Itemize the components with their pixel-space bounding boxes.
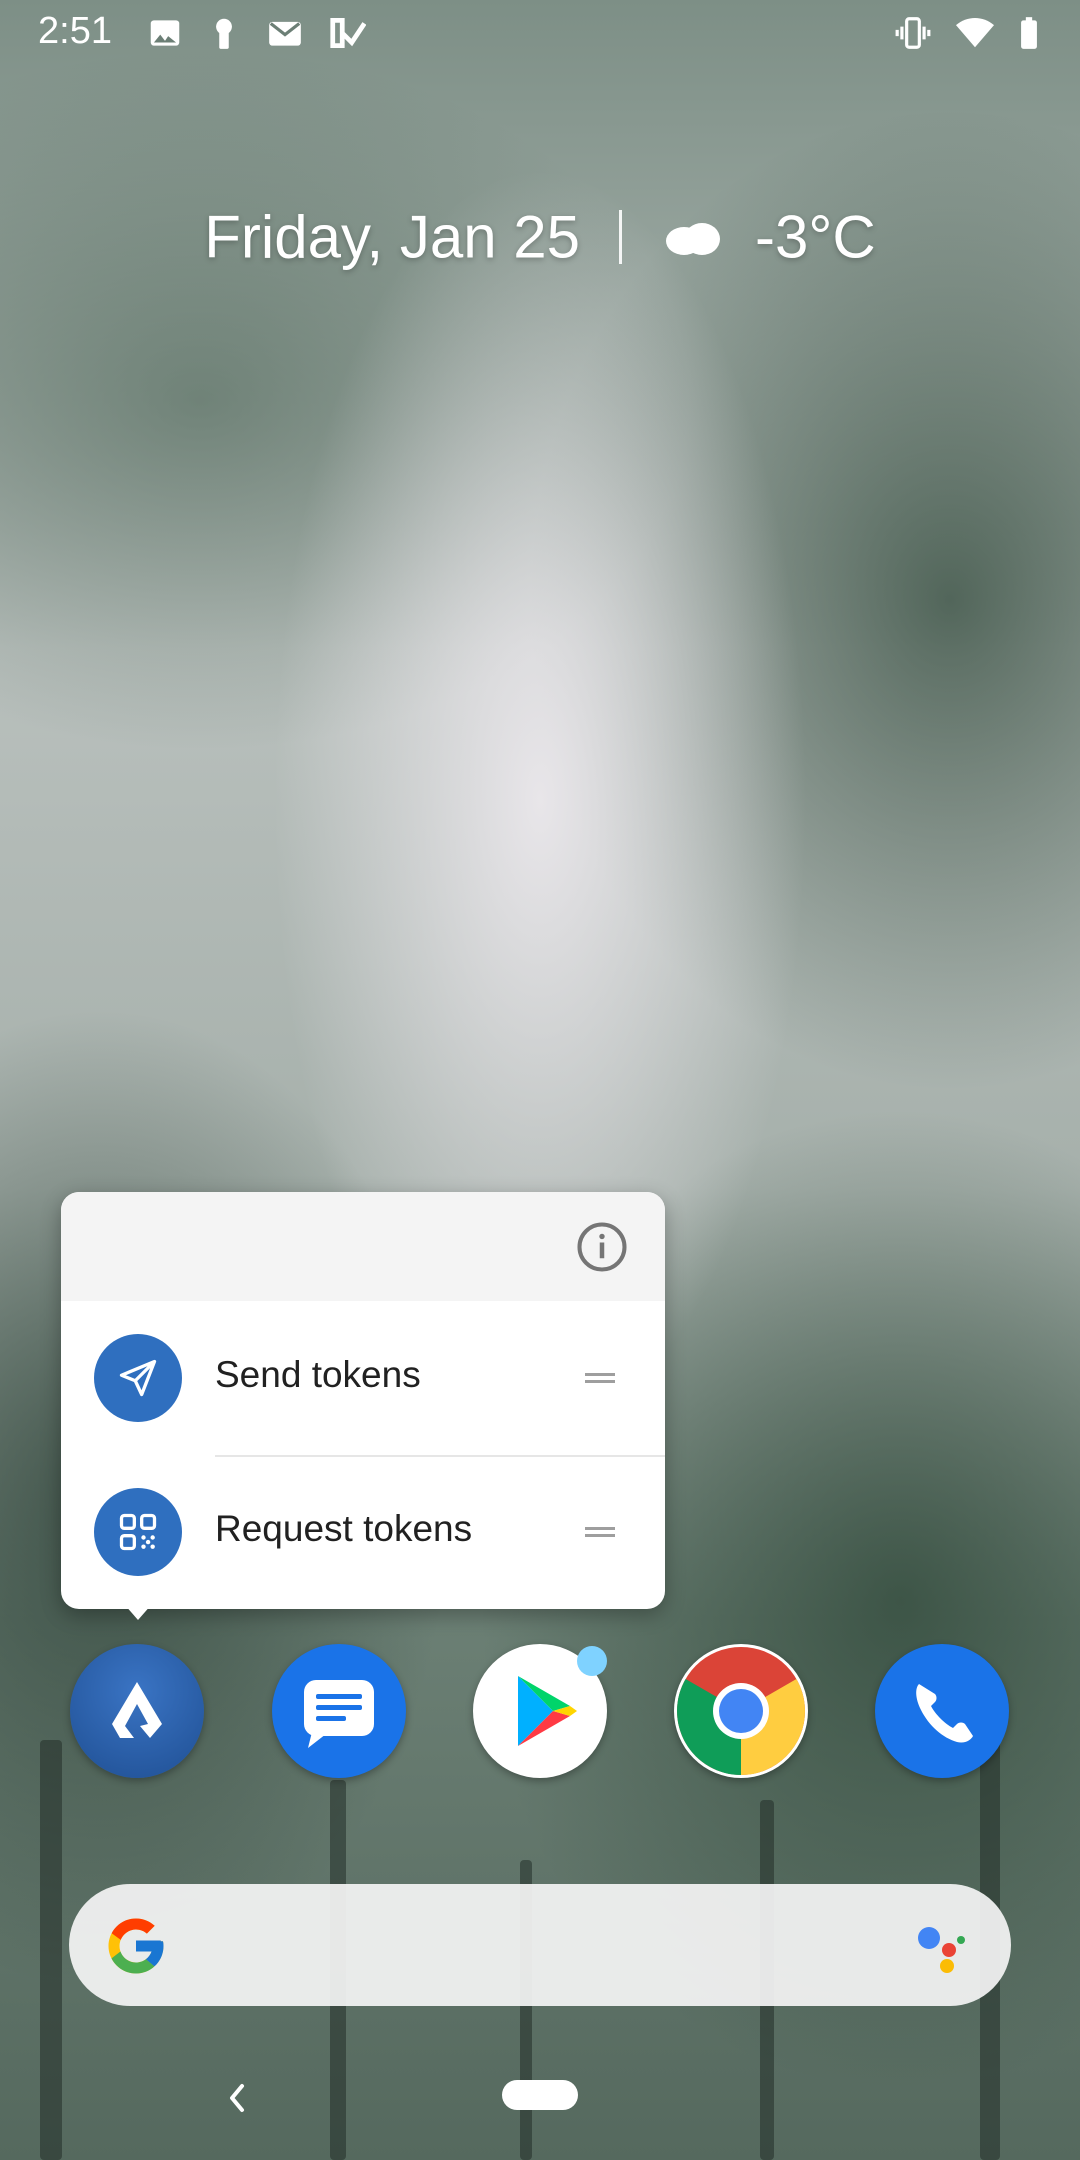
popup-header — [61, 1192, 665, 1301]
image-icon — [150, 20, 180, 46]
back-icon[interactable] — [222, 2078, 252, 2118]
battery-icon — [1021, 17, 1037, 49]
home-pill-icon[interactable] — [502, 2080, 578, 2110]
phone-handset-icon — [916, 1684, 973, 1743]
popup-pointer — [124, 1604, 152, 1620]
glance-date[interactable]: Friday, Jan 25 — [204, 204, 580, 271]
google-g-icon[interactable] — [103, 1913, 169, 1979]
vibrate-icon — [895, 17, 931, 49]
send-icon — [119, 1359, 157, 1397]
lisk-logo-icon — [112, 1682, 162, 1738]
drag-handle-icon[interactable] — [585, 1371, 615, 1385]
wallpaper-trunk — [40, 1740, 62, 2160]
assistant-icon[interactable] — [909, 1914, 973, 1978]
phone-app-icon[interactable] — [875, 1644, 1009, 1778]
cloud-icon — [666, 223, 721, 256]
wifi-icon — [956, 17, 994, 48]
app-shortcut-popup: Send tokens Request tokens — [61, 1192, 665, 1609]
qr-code-icon — [119, 1513, 157, 1551]
at-a-glance[interactable]: Friday, Jan 25 -3°C — [0, 198, 1080, 272]
chrome-app-icon[interactable] — [674, 1644, 808, 1778]
shortcut-label: Request tokens — [215, 1508, 473, 1549]
status-bar: 2:51 — [0, 0, 1080, 66]
status-time: 2:51 — [38, 10, 112, 52]
glance-temperature[interactable]: -3°C — [755, 204, 876, 271]
notification-dot — [577, 1646, 607, 1676]
chrome-logo-icon — [677, 1647, 805, 1775]
drag-handle-icon[interactable] — [585, 1525, 615, 1539]
send-icon-badge — [94, 1334, 182, 1422]
play-store-app-icon[interactable] — [473, 1644, 607, 1778]
task-check-icon — [330, 17, 366, 49]
qr-icon-badge — [94, 1488, 182, 1576]
message-bubble-icon — [304, 1680, 374, 1748]
shortcut-label: Send tokens — [215, 1354, 421, 1395]
messages-app-icon[interactable] — [272, 1644, 406, 1778]
shortcut-send-tokens[interactable]: Send tokens — [61, 1301, 665, 1455]
google-search-bar[interactable] — [69, 1884, 1011, 2006]
glance-separator — [618, 210, 622, 265]
info-icon[interactable] — [575, 1220, 629, 1274]
lisk-app-icon[interactable] — [70, 1644, 204, 1778]
shortcut-request-tokens[interactable]: Request tokens — [61, 1455, 665, 1609]
gmail-icon — [269, 21, 301, 46]
keyhole-icon — [216, 18, 232, 49]
